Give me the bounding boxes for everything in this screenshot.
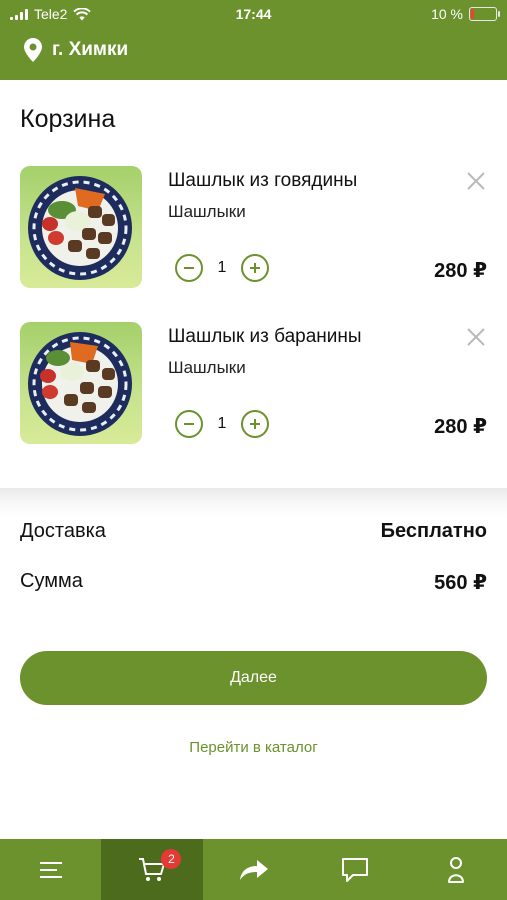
tab-menu[interactable]	[0, 839, 101, 900]
product-price: 280 ₽	[434, 416, 487, 438]
go-to-catalog-link[interactable]: Перейти в каталог	[0, 739, 507, 756]
total-value: 560 ₽	[434, 572, 487, 594]
quantity-stepper: 1	[175, 254, 269, 282]
quantity-value: 1	[217, 415, 227, 432]
status-bar: Tele2 17:44 10 %	[0, 0, 507, 28]
minus-icon	[184, 267, 194, 269]
tab-cart[interactable]: 2	[101, 839, 203, 900]
tab-share[interactable]	[203, 839, 304, 900]
remove-item-icon[interactable]	[463, 168, 489, 194]
kebab-plate-image	[28, 176, 132, 280]
remove-item-icon[interactable]	[463, 324, 489, 350]
menu-icon	[39, 861, 62, 878]
product-name: Шашлык из говядины	[168, 170, 358, 191]
battery-icon	[469, 7, 500, 21]
cart-count-badge: 2	[161, 849, 182, 869]
city-label: г. Химки	[52, 39, 129, 60]
page-title: Корзина	[20, 105, 116, 133]
minus-icon	[184, 423, 194, 425]
quantity-value: 1	[217, 259, 227, 276]
chat-icon	[341, 857, 368, 882]
cart-item: Шашлык из говядины Шашлыки 1 280 ₽	[0, 166, 507, 306]
share-icon	[239, 859, 268, 880]
product-name: Шашлык из баранины	[168, 326, 362, 347]
delivery-row: Доставка Бесплатно	[20, 520, 487, 543]
cart-item: Шашлык из баранины Шашлыки 1 280 ₽	[0, 322, 507, 462]
next-button[interactable]: Далее	[20, 651, 487, 705]
product-category: Шашлыки	[168, 202, 246, 221]
tab-profile[interactable]	[406, 839, 507, 900]
increase-quantity-button[interactable]	[241, 410, 269, 438]
kebab-plate-image	[28, 332, 132, 436]
user-icon	[448, 856, 465, 883]
city-selector[interactable]: г. Химки	[24, 38, 128, 62]
product-image[interactable]	[20, 322, 142, 444]
increase-quantity-button[interactable]	[241, 254, 269, 282]
battery-label: 10 %	[431, 6, 463, 22]
product-category: Шашлыки	[168, 358, 246, 377]
order-summary: Доставка Бесплатно Сумма 560 ₽	[0, 488, 507, 638]
tab-chat[interactable]	[304, 839, 405, 900]
product-image[interactable]	[20, 166, 142, 288]
location-pin-icon	[24, 38, 42, 62]
product-price: 280 ₽	[434, 260, 487, 282]
status-right: 10 %	[431, 6, 500, 22]
delivery-label: Доставка	[20, 520, 106, 542]
bottom-tab-bar: 2	[0, 839, 507, 900]
plus-icon	[250, 263, 260, 273]
quantity-stepper: 1	[175, 410, 269, 438]
plus-icon	[250, 419, 260, 429]
decrease-quantity-button[interactable]	[175, 410, 203, 438]
top-bar: Tele2 17:44 10 % г. Химки	[0, 0, 507, 80]
decrease-quantity-button[interactable]	[175, 254, 203, 282]
delivery-value: Бесплатно	[380, 520, 487, 542]
total-label: Сумма	[20, 570, 83, 592]
total-row: Сумма 560 ₽	[20, 570, 487, 595]
